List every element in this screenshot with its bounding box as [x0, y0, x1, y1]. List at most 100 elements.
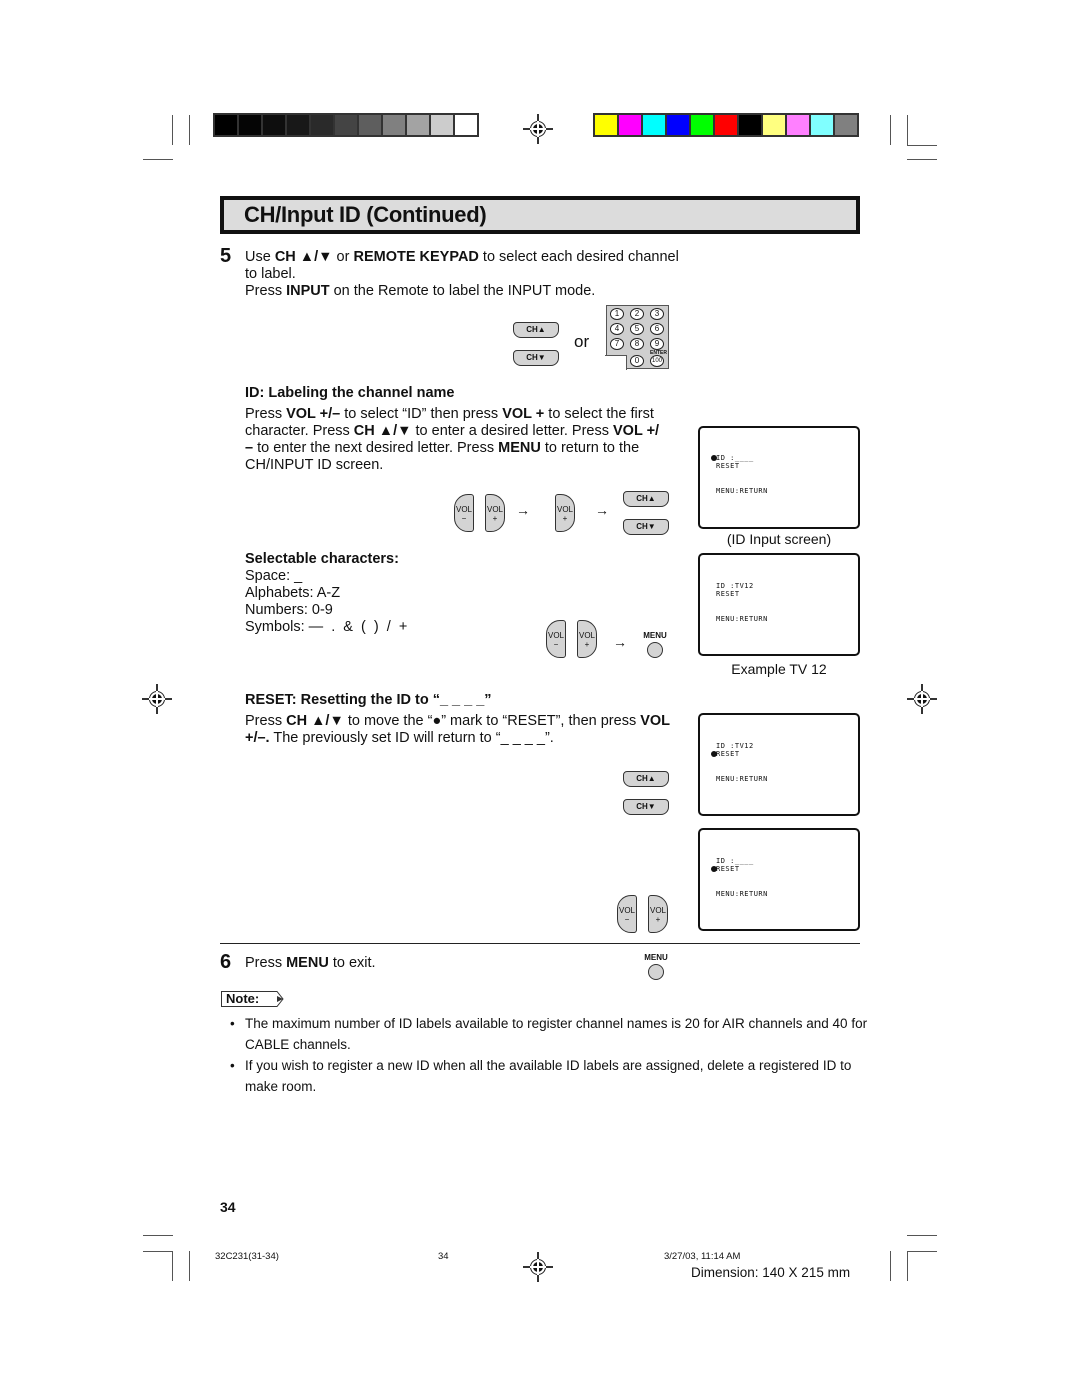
text-bold: VOL +: [502, 406, 545, 422]
crop-line: [907, 145, 937, 146]
color-swatch: [287, 115, 309, 135]
char-set-item: Space: _: [245, 568, 303, 584]
text-bold: –: [245, 440, 254, 456]
text: VOL: [486, 505, 503, 514]
text-bold: INPUT: [286, 283, 330, 299]
step5-instructions: Use CH ▲/▼ or REMOTE KEYPAD to select ea…: [245, 249, 685, 300]
text: to move the “●” mark to “RESET”, then pr…: [343, 713, 641, 729]
crop-line: [172, 1251, 173, 1281]
file-code: 32C231(31-34): [215, 1251, 279, 1262]
crop-line: [907, 115, 908, 145]
color-swatch: [407, 115, 429, 135]
page-dimension: Dimension: 140 X 215 mm: [691, 1265, 851, 1280]
text-bold: VOL: [640, 713, 671, 729]
bullet-icon: •: [230, 1016, 235, 1031]
reset-heading: RESET: Resetting the ID to “_ _ _ _”: [245, 692, 492, 708]
text: +: [492, 514, 498, 523]
text: to return to the: [540, 440, 640, 456]
ch-up-button-illustration: CH▲: [623, 771, 669, 787]
ch-down-button-illustration: CH▼: [513, 350, 559, 366]
tv-menu-line: MENU:RETURN: [716, 890, 768, 898]
keypad-key: 9: [650, 338, 664, 350]
text-bold: REMOTE KEYPAD: [353, 249, 479, 265]
tv-id-line: ID :____: [716, 857, 754, 865]
text: to enter the next desired letter. Press: [253, 440, 499, 456]
menu-button-illustration: MENU: [635, 631, 675, 661]
char-set-item: Alphabets: A-Z: [245, 585, 341, 601]
step-number: 6: [220, 951, 232, 973]
color-swatch: [263, 115, 285, 135]
id-labeling-heading: ID: Labeling the channel name: [245, 385, 455, 401]
text: on the Remote to label the INPUT mode.: [329, 283, 596, 299]
color-swatch: [311, 115, 333, 135]
text: VOL: [455, 505, 472, 514]
selectable-characters-heading: Selectable characters:: [245, 551, 399, 567]
text-bold: CH ▲/▼: [286, 713, 344, 729]
tv-reset-line: RESET: [716, 462, 740, 470]
tv-screen-id-input: ID :____ RESET MENU:RETURN: [698, 426, 860, 529]
crop-line: [907, 159, 937, 160]
text: Press: [245, 406, 287, 422]
vol-plus-button-illustration: VOL +: [555, 494, 575, 532]
bullet-icon: •: [230, 1058, 235, 1073]
crop-line: [890, 1251, 891, 1281]
ch-up-button-illustration: CH▲: [513, 322, 559, 338]
crop-line: [143, 159, 173, 160]
page-title: CH/Input ID (Continued): [244, 202, 487, 227]
text: to select the first: [544, 406, 654, 422]
print-timestamp: 3/27/03, 11:14 AM: [664, 1251, 741, 1262]
menu-button-circle-icon: [648, 964, 664, 980]
page-number: 34: [220, 1199, 236, 1215]
registration-mark-icon: [523, 1252, 553, 1282]
text-bold: +/–.: [245, 730, 270, 746]
menu-button-circle-icon: [647, 642, 663, 658]
text: VOL: [578, 631, 595, 640]
keypad-key: 8: [630, 338, 644, 350]
text: The previously set ID will return to “_ …: [269, 730, 554, 746]
text: If you wish to register a new ID when al…: [245, 1058, 852, 1094]
color-swatch: [691, 115, 713, 135]
crop-line: [143, 1235, 173, 1236]
registration-mark-icon: [907, 684, 937, 714]
vol-minus-button-illustration: VOL −: [454, 494, 474, 532]
crop-line: [907, 1251, 937, 1252]
text-bold: CH ▲/▼: [274, 249, 333, 265]
text-bold: MENU: [286, 955, 329, 971]
selectable-characters-list: Space: _ Alphabets: A-Z Numbers: 0-9 Sym…: [245, 568, 407, 636]
color-swatch: [835, 115, 857, 135]
text: −: [461, 514, 467, 523]
char-set-item: Symbols: — . & ( ) / +: [245, 619, 408, 635]
tv-screen-caption: (ID Input screen): [726, 531, 832, 547]
tv-menu-line: MENU:RETURN: [716, 615, 768, 623]
keypad-key: 100: [650, 355, 664, 367]
keypad-key: 2: [630, 308, 644, 320]
text-bold: MENU: [498, 440, 541, 456]
tv-screen-reset-selected: ID :TV12 RESET MENU:RETURN: [698, 713, 860, 816]
text: The maximum number of ID labels availabl…: [245, 1016, 868, 1052]
tv-id-line: ID :____: [716, 454, 754, 462]
text: or: [332, 249, 354, 265]
crop-line: [189, 1251, 190, 1281]
text: VOL: [649, 906, 666, 915]
id-labeling-instructions: Press VOL +/– to select “ID” then press …: [245, 406, 685, 474]
arrow-right-icon: →: [516, 502, 530, 518]
section-divider: [220, 943, 860, 944]
ch-down-button-illustration: CH▼: [623, 799, 669, 815]
slug-page-number: 34: [438, 1251, 449, 1262]
tv-menu-line: MENU:RETURN: [716, 775, 768, 783]
text: Press: [245, 955, 287, 971]
crop-line: [907, 1235, 937, 1236]
text: −: [624, 915, 630, 924]
crop-line: [907, 1251, 908, 1281]
keypad-key: 3: [650, 308, 664, 320]
color-swatch: [335, 115, 357, 135]
color-swatch: [763, 115, 785, 135]
ch-up-button-illustration: CH▲: [623, 491, 669, 507]
note-bullet-item: • The maximum number of ID labels availa…: [230, 1013, 870, 1055]
text: to select each desired channel: [478, 249, 679, 265]
tv-reset-line: RESET: [716, 865, 740, 873]
or-label: or: [574, 332, 590, 351]
text: VOL: [547, 631, 564, 640]
text: VOL: [618, 906, 635, 915]
text: Press: [245, 283, 287, 299]
